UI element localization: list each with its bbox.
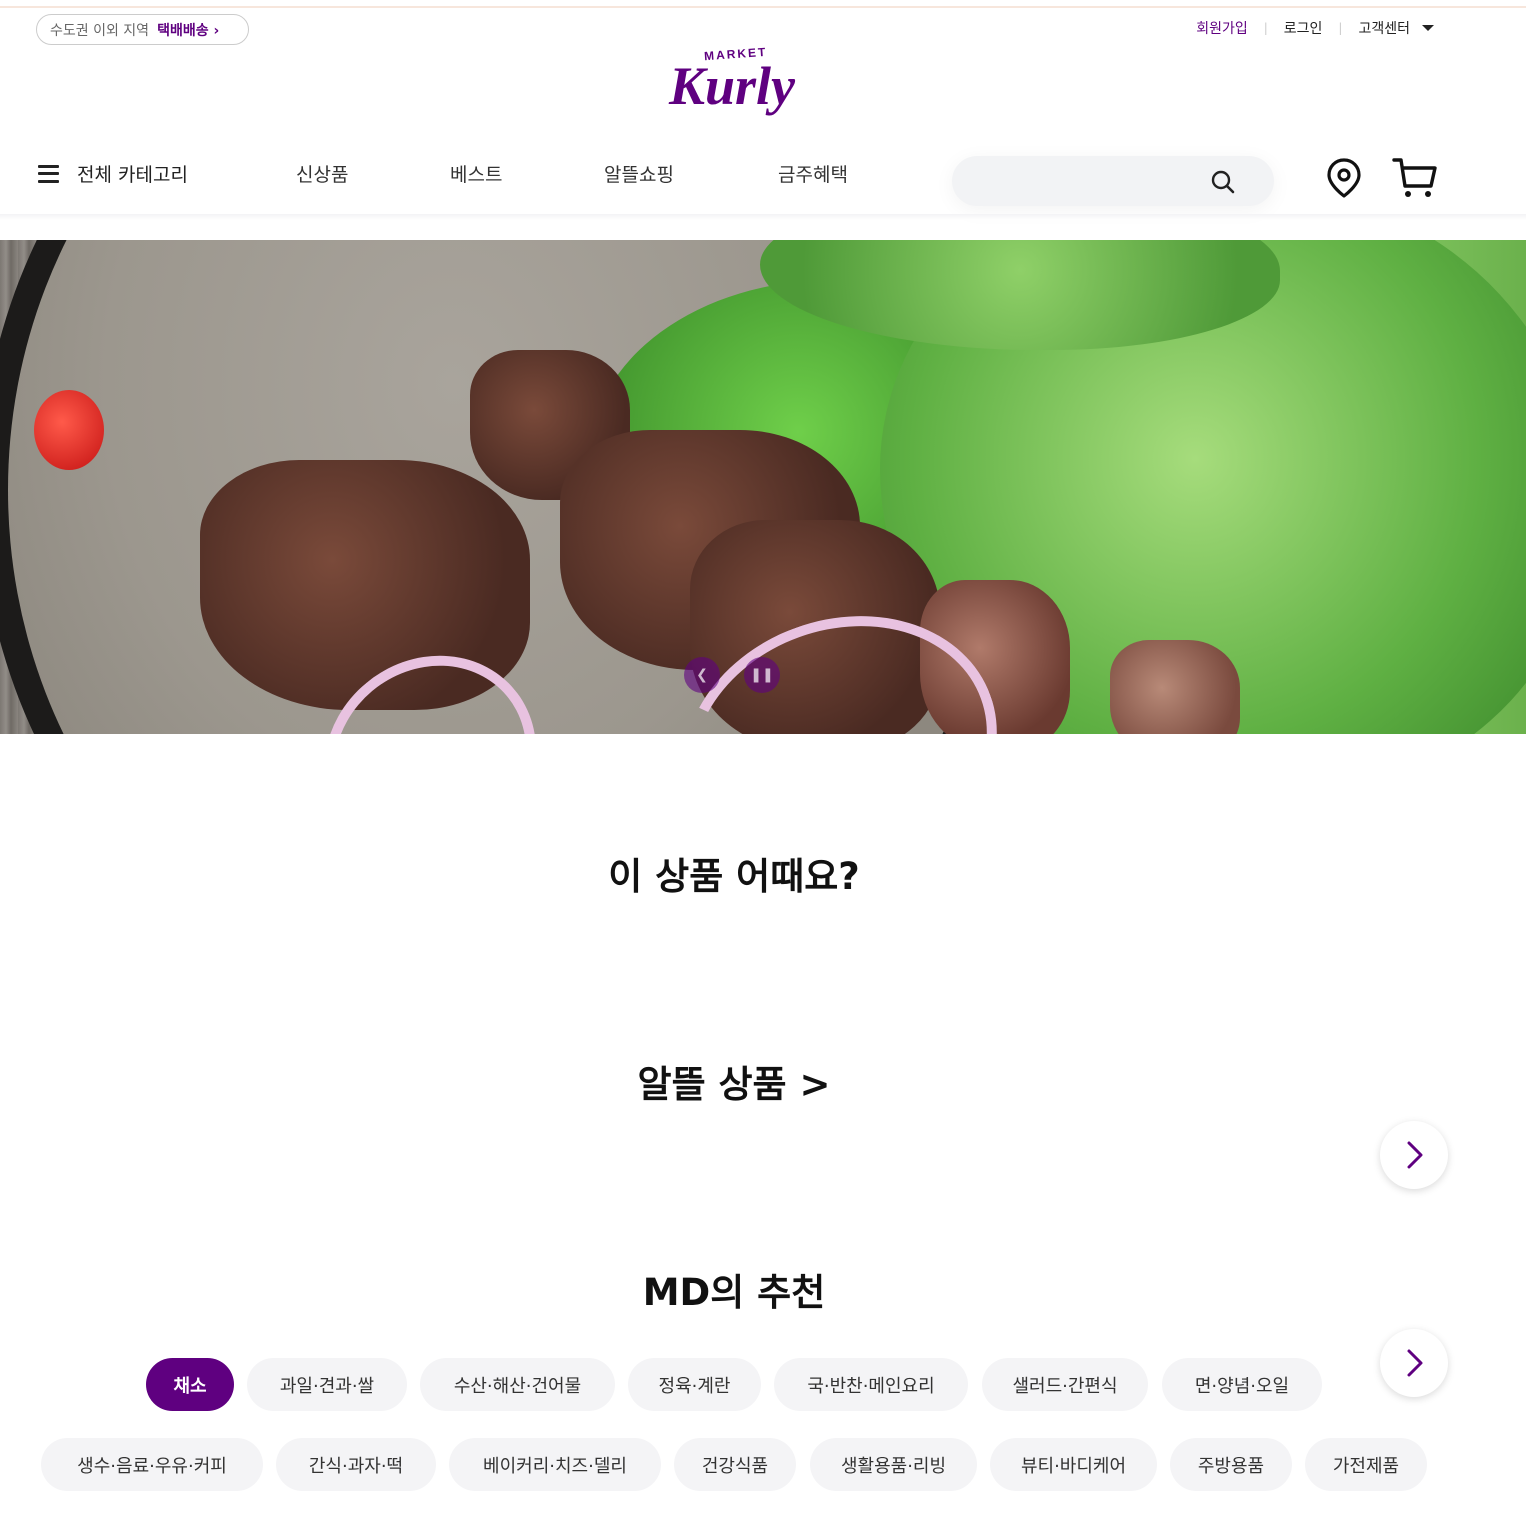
search-input[interactable]: [952, 156, 1274, 206]
section-title-thrifty[interactable]: 알뜰 상품 >: [0, 1054, 1468, 1108]
md-category-chip-vegetables[interactable]: 채소: [146, 1358, 234, 1411]
md-category-chip[interactable]: 샐러드·간편식: [982, 1358, 1148, 1411]
nav-item-weekly-benefits[interactable]: 금주혜택: [778, 160, 848, 187]
signup-link[interactable]: 회원가입: [1196, 18, 1248, 38]
md-category-chip[interactable]: 베이커리·치즈·델리: [449, 1438, 661, 1491]
chevron-right-icon: [1407, 1141, 1423, 1169]
menu-divider: |: [1338, 21, 1343, 35]
md-category-chip[interactable]: 수산·해산·건어물: [420, 1358, 615, 1411]
hero-beef-piece: [1110, 640, 1240, 734]
delivery-info-pill[interactable]: 수도권 이외 지역 택배배송 ›: [36, 14, 249, 45]
hamburger-icon: [38, 164, 59, 183]
md-category-chip[interactable]: 국·반찬·메인요리: [774, 1358, 968, 1411]
main-nav: 전체 카테고리 신상품 베스트 알뜰쇼핑 금주혜택: [0, 130, 1526, 220]
md-category-chip[interactable]: 생수·음료·우유·커피: [41, 1438, 263, 1491]
market-kurly-logo[interactable]: MARKET Kurly: [658, 42, 808, 132]
thrifty-next-button[interactable]: [1380, 1121, 1448, 1189]
customer-center-link[interactable]: 고객센터: [1358, 18, 1410, 38]
md-category-chip[interactable]: 과일·견과·쌀: [247, 1358, 407, 1411]
nav-item-thrifty-shopping[interactable]: 알뜰쇼핑: [604, 160, 674, 187]
search-icon[interactable]: [1210, 169, 1236, 195]
all-categories-button[interactable]: 전체 카테고리: [38, 160, 188, 187]
login-link[interactable]: 로그인: [1284, 18, 1323, 38]
user-menu: 회원가입 | 로그인 | 고객센터: [1196, 18, 1434, 38]
md-category-chip[interactable]: 뷰티·바디케어: [990, 1438, 1157, 1491]
md-category-chip[interactable]: 간식·과자·떡: [276, 1438, 436, 1491]
logo-kurly-text: Kurly: [668, 56, 796, 116]
nav-shadow: [0, 214, 1526, 220]
nav-item-best[interactable]: 베스트: [450, 160, 502, 187]
location-pin-icon[interactable]: [1324, 157, 1364, 199]
md-category-chip[interactable]: 주방용품: [1170, 1438, 1292, 1491]
menu-divider: |: [1263, 21, 1268, 35]
delivery-region-text: 수도권 이외 지역: [50, 22, 150, 39]
nav-item-new[interactable]: 신상품: [296, 160, 348, 187]
hero-banner[interactable]: ❮ ❚❚: [0, 240, 1526, 734]
md-category-chip[interactable]: 면·양념·오일: [1162, 1358, 1322, 1411]
slide-pause-button[interactable]: ❚❚: [744, 657, 780, 693]
hero-tomato: [34, 390, 104, 470]
md-category-chip[interactable]: 정육·계란: [628, 1358, 761, 1411]
md-category-chip[interactable]: 가전제품: [1305, 1438, 1427, 1491]
slide-prev-button[interactable]: ❮: [684, 657, 720, 693]
chevron-down-icon[interactable]: [1422, 25, 1434, 31]
top-accent-line: [0, 6, 1526, 8]
all-categories-label: 전체 카테고리: [77, 164, 188, 186]
chevron-right-icon: [1407, 1349, 1423, 1377]
md-category-chip[interactable]: 건강식품: [674, 1438, 796, 1491]
cart-icon[interactable]: [1392, 156, 1438, 200]
section-title-md-pick: MD의 추천: [642, 1271, 826, 1314]
md-category-chip[interactable]: 생활용품·리빙: [810, 1438, 977, 1491]
section-title-recommend: 이 상품 어때요?: [608, 855, 860, 898]
parcel-delivery-link[interactable]: 택배배송 ›: [157, 20, 219, 40]
md-category-next-button[interactable]: [1380, 1329, 1448, 1397]
